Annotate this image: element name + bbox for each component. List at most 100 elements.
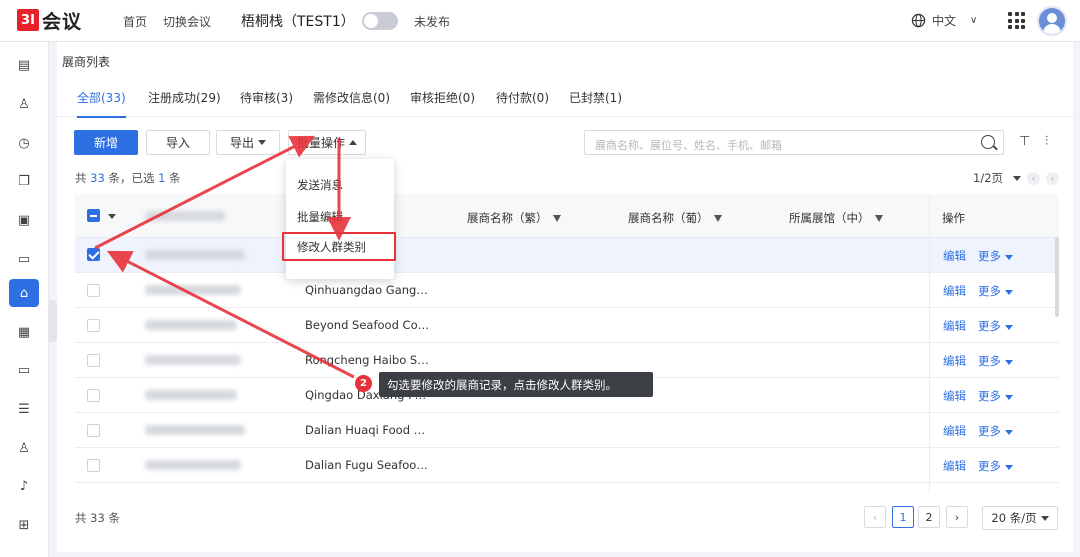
highlight-box	[282, 232, 396, 261]
caret-up-icon	[349, 140, 357, 145]
edit-link[interactable]: 编辑	[943, 283, 966, 299]
caret-down-icon	[1013, 175, 1022, 181]
copy-icon[interactable]: ❐	[9, 167, 39, 195]
select-all-checkbox[interactable]	[87, 209, 100, 222]
page-size-select[interactable]: 20 条/页	[982, 506, 1058, 530]
top-pager: 1/2页 ‹ ›	[973, 170, 1060, 186]
next-page-icon[interactable]: ›	[1046, 171, 1060, 185]
tab-needs-revision[interactable]: 需修改信息(0)	[313, 89, 390, 117]
page-2-button[interactable]: 2	[918, 506, 940, 528]
table-header: 展商名称（繁） 展商名称（葡） 所属展馆（中） 操作	[75, 194, 1059, 238]
header-hall: 所属展馆（中）	[789, 210, 883, 226]
bookmark-icon[interactable]: ▭	[9, 245, 39, 273]
publish-toggle[interactable]	[362, 12, 398, 30]
search-icon[interactable]	[981, 135, 995, 149]
row-checkbox[interactable]	[87, 424, 100, 437]
filter-icon	[713, 215, 722, 222]
more-dropdown[interactable]: 更多	[978, 458, 1013, 474]
filter-icon	[552, 215, 561, 222]
edit-link[interactable]: 编辑	[943, 248, 966, 264]
search-input[interactable]: 展商名称、展位号、姓名、手机、邮箱	[584, 130, 1004, 155]
dashboard-icon[interactable]: ▤	[9, 51, 39, 79]
filter-icon	[874, 215, 883, 222]
avatar[interactable]	[1037, 6, 1067, 36]
menu-item-batch-edit[interactable]: 批量编辑	[297, 209, 343, 225]
blurred-cell	[145, 355, 241, 365]
tab-all[interactable]: 全部(33)	[77, 89, 126, 118]
search-placeholder: 展商名称、展位号、姓名、手机、邮箱	[595, 139, 782, 152]
more-dropdown[interactable]: 更多	[978, 283, 1013, 299]
language-selector[interactable]: 中文 ∨	[911, 12, 977, 29]
logo-mark: 3I	[17, 9, 39, 31]
exhibitor-name: Dalian Huaqi Food …	[305, 423, 426, 437]
exhibitor-name: Rongcheng Haibo S…	[305, 353, 429, 367]
table-row[interactable]: Dalian Huaqi Food … 编辑 更多	[75, 413, 1059, 448]
tab-registered[interactable]: 注册成功(29)	[148, 89, 221, 117]
next-page-button[interactable]: ›	[946, 506, 968, 528]
table-row[interactable]: 编辑 更多	[75, 238, 1059, 273]
page-1-button[interactable]: 1	[892, 506, 914, 528]
edit-link[interactable]: 编辑	[943, 318, 966, 334]
import-button[interactable]: 导入	[146, 130, 210, 155]
main-card: 展商列表 全部(33) 注册成功(29) 待审核(3) 需修改信息(0) 审核拒…	[57, 42, 1073, 552]
table-row[interactable]: Beyond Seafood Co… 编辑 更多	[75, 308, 1059, 343]
calendar-icon[interactable]: ▣	[9, 206, 39, 234]
footer-total: 共 33 条	[75, 511, 120, 525]
more-dropdown[interactable]: 更多	[978, 388, 1013, 404]
prev-page-icon[interactable]: ‹	[1027, 171, 1041, 185]
store-icon[interactable]: ⌂	[9, 279, 39, 307]
top-pager-label[interactable]: 1/2页	[973, 170, 1003, 186]
bell-icon[interactable]: ♪	[9, 472, 39, 500]
batch-operation-button[interactable]: 批量操作	[288, 130, 366, 155]
blurred-cell	[145, 320, 237, 330]
export-button[interactable]: 导出	[216, 130, 280, 155]
more-dropdown[interactable]: 更多	[978, 353, 1013, 369]
row-checkbox[interactable]	[87, 459, 100, 472]
list-icon[interactable]: ☰	[9, 395, 39, 423]
blurred-cell	[145, 425, 245, 435]
tab-awaiting-payment[interactable]: 待付款(0)	[496, 89, 549, 117]
row-checkbox[interactable]	[87, 389, 100, 402]
edit-link[interactable]: 编辑	[943, 458, 966, 474]
table-row[interactable]: Dalian Fugu Seafoo… 编辑 更多	[75, 448, 1059, 483]
add-button[interactable]: 新增	[74, 130, 138, 155]
more-dropdown[interactable]: 更多	[978, 248, 1013, 264]
edit-link[interactable]: 编辑	[943, 388, 966, 404]
edit-link[interactable]: 编辑	[943, 423, 966, 439]
row-checkbox[interactable]	[87, 354, 100, 367]
page-title: 展商列表	[62, 55, 111, 69]
row-checkbox[interactable]	[87, 248, 100, 261]
document-icon[interactable]: ▦	[9, 318, 39, 346]
export-label: 导出	[229, 136, 254, 150]
contact-icon[interactable]: ♙	[9, 434, 39, 462]
menu-item-send-message[interactable]: 发送消息	[297, 177, 343, 193]
caret-down-icon[interactable]	[108, 214, 116, 219]
more-dropdown[interactable]: 更多	[978, 318, 1013, 334]
prev-page-button[interactable]: ‹	[864, 506, 886, 528]
nav-switch-meeting-link[interactable]: 切换会议	[163, 13, 211, 30]
tab-pending-review[interactable]: 待审核(3)	[240, 89, 293, 117]
step-badge: 2	[355, 375, 372, 392]
sidebar: ▤ ♙ ◷ ❐ ▣ ▭ ⌂ ▦ ▭ ☰ ♙ ♪ ⊞	[0, 42, 49, 557]
settings-sliders-icon[interactable]: ⫶	[1045, 134, 1048, 149]
nav-home-link[interactable]: 首页	[123, 13, 147, 30]
apps-grid-icon[interactable]	[1008, 12, 1025, 29]
monitor-icon[interactable]: ▭	[9, 356, 39, 384]
tutorial-tooltip: 勾选要修改的展商记录，点击修改人群类别。	[379, 372, 653, 397]
app-logo[interactable]: 3I 会议	[17, 8, 82, 33]
edit-link[interactable]: 编辑	[943, 353, 966, 369]
tab-banned[interactable]: 已封禁(1)	[569, 89, 622, 117]
user-icon[interactable]: ♙	[9, 90, 39, 118]
row-checkbox[interactable]	[87, 284, 100, 297]
clock-icon[interactable]: ◷	[9, 129, 39, 157]
table-row[interactable]: Qinhuangdao Gang… 编辑 更多	[75, 273, 1059, 308]
table-scrollbar[interactable]	[1055, 237, 1059, 317]
column-filter-icon[interactable]: ⊤	[1019, 134, 1030, 149]
sidebar-collapse-handle[interactable]	[49, 300, 57, 342]
more-dropdown[interactable]: 更多	[978, 423, 1013, 439]
exhibitor-name: Beyond Seafood Co…	[305, 318, 430, 332]
tab-rejected[interactable]: 审核拒绝(0)	[410, 89, 475, 117]
row-checkbox[interactable]	[87, 319, 100, 332]
header-name-traditional: 展商名称（繁）	[467, 210, 561, 226]
apps-icon[interactable]: ⊞	[9, 511, 39, 539]
